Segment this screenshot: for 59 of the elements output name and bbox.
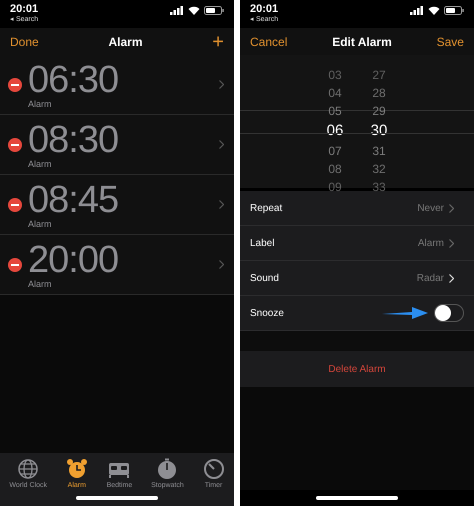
- signal-icon: [410, 6, 424, 14]
- chevron-icon: [449, 238, 454, 248]
- alarm-time: 08:30: [28, 120, 120, 158]
- setting-label: Label: [250, 238, 274, 248]
- picker-value[interactable]: 27: [372, 66, 386, 84]
- setting-value[interactable]: Alarm: [418, 238, 464, 248]
- alarm-time: 08:45: [28, 180, 120, 218]
- picker-value[interactable]: 32: [372, 160, 386, 178]
- picker-value[interactable]: 08: [328, 160, 342, 178]
- setting-label: Sound: [250, 272, 279, 284]
- delete-icon[interactable]: [8, 198, 22, 212]
- alarm-label: Alarm: [28, 98, 53, 108]
- wifi-icon: [188, 6, 200, 14]
- chevron-icon: [449, 204, 454, 212]
- chevron-icon: [219, 80, 224, 89]
- setting-value[interactable]: Radar: [416, 272, 464, 284]
- alarm-row[interactable]: 08:45 Alarm: [0, 175, 234, 235]
- delete-icon[interactable]: [8, 78, 22, 92]
- alarm-time: 20:00: [28, 240, 120, 278]
- cancel-button[interactable]: Cancel: [250, 34, 288, 48]
- delete-icon[interactable]: [8, 258, 22, 272]
- setting-label: Repeat: [250, 202, 282, 214]
- picker-value[interactable]: 04: [328, 84, 342, 102]
- battery-icon: [444, 6, 464, 14]
- battery-icon: [204, 6, 224, 14]
- setting-label: Snooze: [250, 308, 284, 318]
- alarm-label: Alarm: [28, 218, 53, 228]
- alarm-row[interactable]: 06:30 Alarm: [0, 55, 234, 115]
- picker-value[interactable]: 31: [372, 142, 386, 160]
- chevron-icon: [219, 200, 224, 209]
- alarm-row[interactable]: 08:30 Alarm: [0, 115, 234, 175]
- stopwatch-icon: [156, 458, 178, 480]
- timer-icon: [202, 458, 225, 480]
- delete-icon[interactable]: [8, 138, 22, 152]
- alarm-label: Alarm: [28, 278, 53, 288]
- chevron-icon: [449, 274, 454, 282]
- alarm-label: Alarm: [28, 158, 53, 168]
- wifi-icon: [428, 6, 440, 14]
- done-button[interactable]: Done: [10, 34, 39, 48]
- delete-alarm-button[interactable]: Delete Alarm: [240, 351, 474, 387]
- save-button[interactable]: Save: [436, 34, 464, 48]
- setting-value[interactable]: Never: [417, 202, 464, 214]
- alarm-time: 06:30: [28, 60, 120, 98]
- chevron-icon: [219, 140, 224, 149]
- status-time: 20:01: [10, 3, 38, 15]
- chevron-icon: [219, 260, 224, 269]
- status-time: 20:01: [250, 3, 278, 15]
- picker-value[interactable]: 28: [372, 84, 386, 102]
- picker-value[interactable]: 29: [372, 102, 386, 120]
- picker-value[interactable]: 05: [328, 102, 342, 120]
- alarm-clock-icon: [66, 458, 88, 480]
- toggle-switch[interactable]: [434, 304, 464, 322]
- globe-icon: [17, 458, 40, 480]
- picker-value[interactable]: 03: [328, 66, 342, 84]
- signal-icon: [170, 6, 184, 14]
- screen-title: Edit Alarm: [332, 34, 392, 48]
- add-button[interactable]: +: [212, 32, 224, 52]
- screen-title: Alarm: [108, 34, 142, 48]
- picker-value[interactable]: 07: [328, 142, 342, 160]
